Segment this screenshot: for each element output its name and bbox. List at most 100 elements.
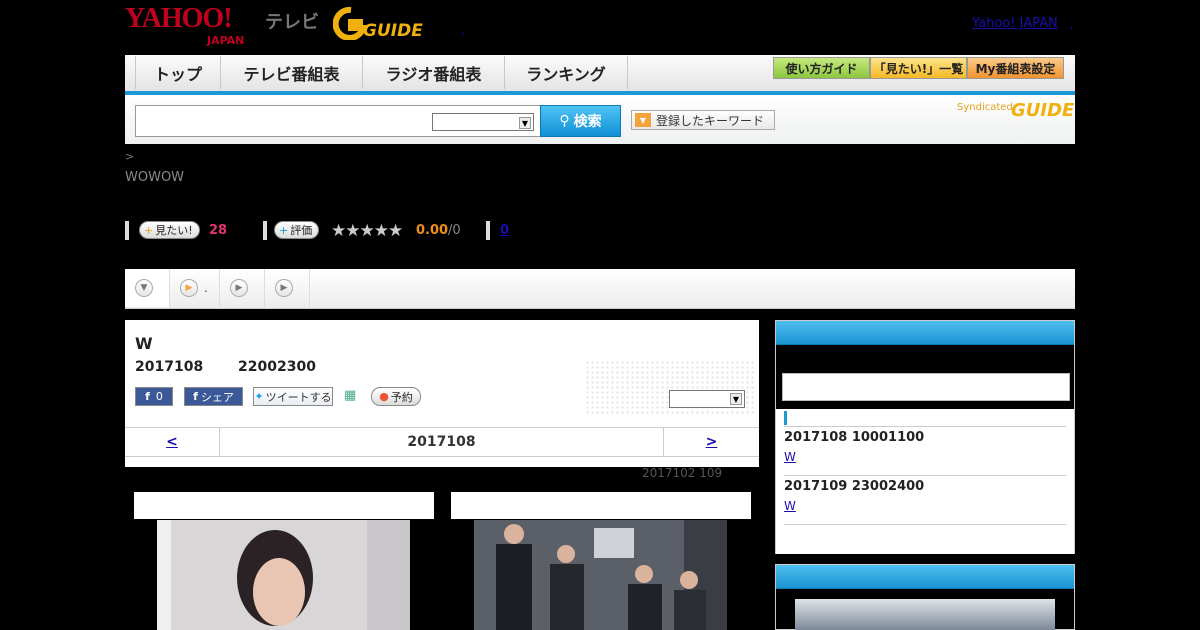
nav-radio-schedule[interactable]: ラジオ番組表 [362, 56, 504, 89]
search-scope-select[interactable]: ▼ [432, 113, 534, 131]
header-separator-2: , [1070, 18, 1074, 31]
program-actions: + 見たい! 28 + 評価 ★★★★★ 0.00 /0 0 [125, 221, 545, 241]
updated-timestamp: 2017102 109 [642, 466, 723, 480]
sidebar-related [775, 564, 1075, 630]
program-date: 2017108 [135, 359, 204, 375]
tweet-label: ツイートする [265, 390, 332, 404]
site-header: YAHOO! JAPAN テレビ GUIDE , Yahoo! JAPAN , [125, 0, 1075, 55]
program-panel: W 2017108 22002300 f 0 f シェア ✦ ツイートする ▦ … [125, 320, 759, 467]
want-label: 見たい! [155, 224, 193, 237]
program-tabs: ▼ ▶ . ▶ ▶ [125, 269, 1075, 309]
program-photo [157, 520, 410, 630]
program-title: W [135, 334, 153, 353]
breadcrumb[interactable]: > [125, 150, 134, 163]
broadcast-list: 2017108 10001100 W 2017109 23002400 W [776, 409, 1074, 554]
tweet-button[interactable]: ✦ ツイートする [253, 387, 333, 406]
broadcast-date: 2017108 10001100 [784, 430, 925, 445]
chevron-down-icon: ▼ [135, 279, 153, 297]
facebook-count: 0 [155, 390, 163, 403]
facebook-share-label: シェア [200, 390, 234, 404]
program-photo [474, 520, 727, 630]
guide-button[interactable]: 使い方ガイド [773, 57, 870, 79]
page: YAHOO! JAPAN テレビ GUIDE , Yahoo! JAPAN , … [125, 0, 1075, 630]
my-schedule-settings-button[interactable]: My番組表設定 [967, 57, 1064, 79]
tab-2[interactable]: ▶ [220, 269, 265, 307]
program-image-card[interactable] [134, 492, 434, 630]
chevron-down-icon: ▼ [730, 393, 742, 405]
rating-score: 0.00 [416, 223, 449, 238]
yahoo-japan-link[interactable]: Yahoo! JAPAN [972, 16, 1058, 31]
yahoo-logo[interactable]: YAHOO! JAPAN [125, 5, 244, 48]
sidebar-schedule: 2017108 10001100 W 2017109 23002400 W [775, 320, 1075, 554]
gguide-mini-logo: GUIDE [1011, 100, 1075, 121]
facebook-like-button[interactable]: f 0 [135, 387, 173, 406]
nav-tv-schedule[interactable]: テレビ番組表 [220, 56, 362, 89]
facebook-icon: f [145, 390, 150, 403]
record-button[interactable]: ● 予約 [371, 387, 421, 406]
nav-ranking[interactable]: ランキング [504, 56, 628, 89]
tv-logo[interactable]: テレビ [265, 8, 319, 34]
previous-day-link[interactable]: < [125, 428, 220, 456]
search-button[interactable]: ⚲ 検索 [540, 105, 621, 137]
header-separator: , [461, 24, 465, 37]
record-dot-icon: ● [379, 390, 389, 403]
divider [125, 221, 129, 240]
rate-label: 評価 [290, 224, 313, 237]
search-icon: ⚲ [559, 113, 570, 129]
yahoo-logo-japan: JAPAN [207, 34, 245, 47]
program-time: 22002300 [238, 359, 316, 375]
plus-icon: + [279, 223, 289, 237]
sidebar-header [776, 321, 1074, 345]
rating-stars: ★★★★★ [331, 221, 403, 241]
facebook-share-button[interactable]: f シェア [184, 387, 243, 406]
divider [784, 475, 1066, 476]
want-button[interactable]: + 見たい! [139, 221, 200, 239]
play-icon: ▶ [230, 279, 248, 297]
twitter-bird-icon: ✦ [254, 390, 264, 403]
sidebar-header [776, 565, 1074, 589]
share-select[interactable]: ▼ [669, 390, 745, 408]
broadcast-link[interactable]: W [784, 450, 796, 464]
card-caption [451, 492, 751, 519]
chevron-down-icon: ▼ [519, 117, 531, 129]
syndicated-label: Syndicated [957, 102, 1013, 113]
divider [784, 524, 1066, 525]
record-label: 予約 [390, 390, 413, 404]
nav-top[interactable]: トップ [135, 56, 220, 89]
dropdown-triangle-icon: ▼ [635, 113, 651, 127]
program-image-card[interactable] [451, 492, 751, 630]
portrait-photo [157, 520, 410, 630]
svg-text:GUIDE: GUIDE [363, 21, 423, 40]
tab-detail[interactable]: ▼ [125, 269, 170, 307]
tab-label: . [204, 281, 208, 295]
gguide-logo-icon: GUIDE [332, 6, 423, 41]
sidebar-box [782, 373, 1070, 401]
search-button-label: 検索 [573, 114, 602, 130]
tab-video[interactable]: ▶ . [170, 269, 220, 307]
facebook-icon: f [193, 390, 198, 403]
rate-button[interactable]: + 評価 [274, 221, 320, 239]
registered-keywords-label: 登録したキーワード [656, 113, 765, 128]
review-count-link[interactable]: 0 [500, 223, 509, 238]
search-bar: ▼ ⚲ 検索 ▼ 登録したキーワード Syndicated GUIDE [125, 95, 1075, 144]
card-caption [134, 492, 434, 519]
related-photo[interactable] [795, 599, 1055, 630]
group-scene-photo [474, 520, 727, 630]
current-date: 2017108 [407, 434, 476, 450]
want-list-button[interactable]: 「見たい!」一覧 [870, 57, 967, 79]
rating-count: /0 [448, 223, 461, 238]
syndicated-gguide-logo: Syndicated GUIDE [957, 100, 1074, 121]
date-pager: < 2017108 > [125, 427, 759, 457]
broadcast-link[interactable]: W [784, 499, 796, 513]
tab-3[interactable]: ▶ [265, 269, 310, 307]
calendar-add-icon[interactable]: ▦ [344, 388, 356, 403]
next-day-link[interactable]: > [663, 428, 759, 456]
section-marker [784, 411, 787, 425]
registered-keywords-button[interactable]: ▼ 登録したキーワード [631, 110, 775, 130]
divider [486, 221, 490, 240]
plus-icon: + [144, 223, 154, 237]
global-nav: トップ テレビ番組表 ラジオ番組表 ランキング 使い方ガイド 「見たい!」一覧 … [125, 55, 1075, 95]
gguide-logo[interactable]: GUIDE [332, 6, 433, 41]
channel-name: WOWOW [125, 170, 185, 185]
play-icon: ▶ [275, 279, 293, 297]
